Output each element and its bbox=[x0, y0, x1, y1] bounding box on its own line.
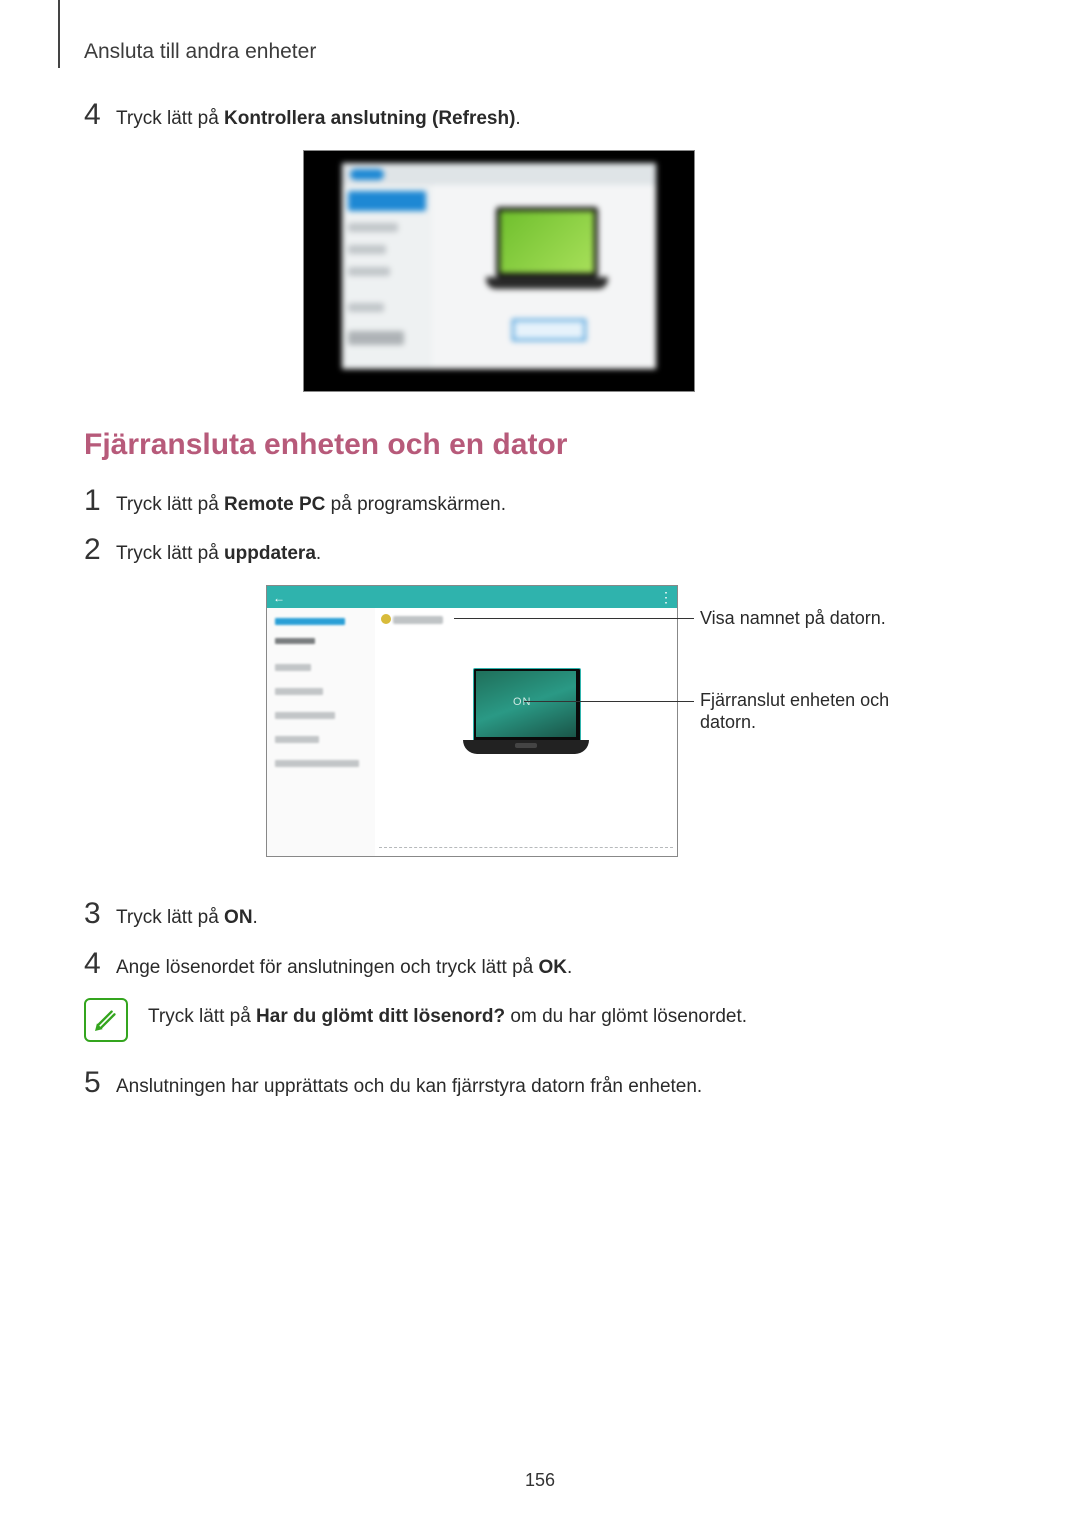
step-text: Anslutningen har upprättats och du kan f… bbox=[116, 1068, 702, 1100]
text: Tryck lätt på bbox=[116, 543, 224, 564]
step-4-top: 4 Tryck lätt på Kontrollera anslutning (… bbox=[84, 100, 914, 132]
text: . bbox=[515, 108, 520, 129]
figure-2-wrap: ← ⋮ ON bbox=[84, 585, 914, 875]
text-bold: uppdatera bbox=[224, 543, 316, 564]
callout-1: Visa namnet på datorn. bbox=[700, 607, 886, 630]
page-header: Ansluta till andra enheter bbox=[84, 40, 316, 64]
text-bold: Remote PC bbox=[224, 494, 325, 515]
text: Tryck lätt på bbox=[116, 907, 224, 928]
callout-line bbox=[524, 701, 694, 703]
note-text: Tryck lätt på Har du glömt ditt lösenord… bbox=[148, 998, 747, 1028]
step-number: 1 bbox=[84, 486, 116, 516]
laptop-icon: ON bbox=[461, 668, 591, 766]
text: Ange lösenordet för anslutningen och try… bbox=[116, 957, 538, 978]
text-bold: OK bbox=[538, 957, 567, 978]
section-heading: Fjärransluta enheten och en dator bbox=[84, 428, 914, 462]
text: Tryck lätt på bbox=[148, 1006, 256, 1027]
step-number: 5 bbox=[84, 1068, 116, 1098]
text: Tryck lätt på bbox=[116, 108, 224, 129]
text: på programskärmen. bbox=[325, 494, 506, 515]
menu-icon: ⋮ bbox=[659, 589, 671, 606]
text: . bbox=[567, 957, 572, 978]
step-text: Tryck lätt på Remote PC på programskärme… bbox=[116, 486, 506, 518]
step-text: Tryck lätt på uppdatera. bbox=[116, 535, 321, 567]
step-text: Ange lösenordet för anslutningen och try… bbox=[116, 949, 572, 981]
figure-2: ← ⋮ ON bbox=[266, 585, 678, 857]
text: . bbox=[253, 907, 258, 928]
step-3: 3 Tryck lätt på ON. bbox=[84, 899, 914, 931]
step-1: 1 Tryck lätt på Remote PC på programskär… bbox=[84, 486, 914, 518]
step-number: 4 bbox=[84, 100, 116, 130]
callout-line bbox=[454, 618, 694, 620]
step-number: 3 bbox=[84, 899, 116, 929]
note: Tryck lätt på Har du glömt ditt lösenord… bbox=[84, 998, 914, 1042]
page-number: 156 bbox=[0, 1470, 1080, 1491]
text: om du har glömt lösenordet. bbox=[505, 1006, 747, 1027]
step-number: 4 bbox=[84, 949, 116, 979]
back-icon: ← bbox=[273, 591, 285, 605]
callout-2: Fjärranslut enheten och datorn. bbox=[700, 689, 900, 734]
step-5: 5 Anslutningen har upprättats och du kan… bbox=[84, 1068, 914, 1100]
header-rule bbox=[58, 0, 60, 68]
step-number: 2 bbox=[84, 535, 116, 565]
text: Tryck lätt på bbox=[116, 494, 224, 515]
text-bold: ON bbox=[224, 907, 253, 928]
step-text: Tryck lätt på Kontrollera anslutning (Re… bbox=[116, 100, 521, 132]
step-2: 2 Tryck lätt på uppdatera. bbox=[84, 535, 914, 567]
text-bold: Kontrollera anslutning (Refresh) bbox=[224, 108, 515, 129]
step-text: Tryck lätt på ON. bbox=[116, 899, 258, 931]
text-bold: Har du glömt ditt lösenord? bbox=[256, 1006, 505, 1027]
step-4-bottom: 4 Ange lösenordet för anslutningen och t… bbox=[84, 949, 914, 981]
text: . bbox=[316, 543, 321, 564]
figure-1 bbox=[303, 150, 695, 392]
note-icon bbox=[84, 998, 128, 1042]
